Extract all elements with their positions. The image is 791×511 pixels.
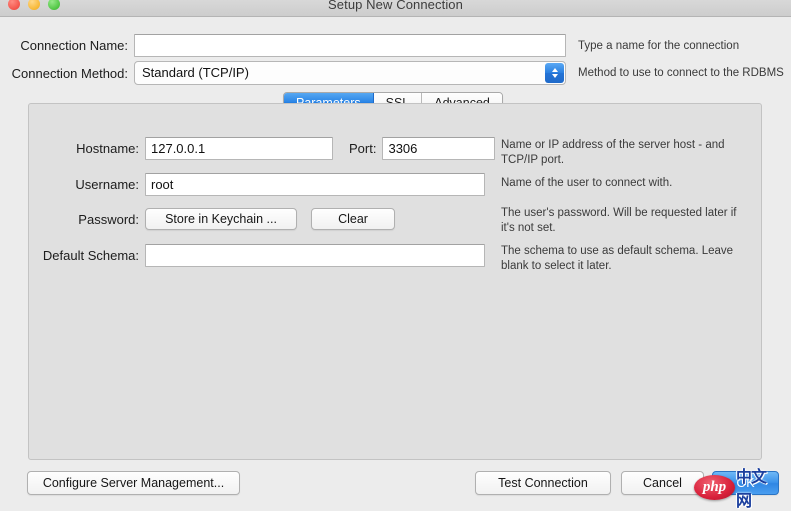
username-hint: Name of the user to connect with.	[501, 177, 673, 189]
port-label: Port:	[349, 141, 377, 156]
hostname-row: Hostname: Port:	[29, 137, 496, 160]
setup-new-connection-dialog: Setup New Connection Connection Name: Ty…	[0, 0, 791, 510]
default-schema-hint: The schema to use as default schema. Lea…	[501, 245, 734, 272]
hostname-hint: Name or IP address of the server host - …	[501, 139, 725, 166]
hostname-input[interactable]	[145, 137, 333, 160]
default-schema-label: Default Schema:	[42, 248, 139, 263]
default-schema-input[interactable]	[145, 244, 485, 267]
test-connection-button[interactable]: Test Connection	[475, 471, 611, 495]
connection-method-row: Connection Method: Standard (TCP/IP)	[0, 61, 566, 85]
username-row: Username:	[29, 173, 485, 196]
chevron-updown-icon[interactable]	[545, 63, 564, 83]
default-schema-row: Default Schema:	[29, 244, 485, 267]
chevron-down-icon	[551, 74, 558, 78]
username-label: Username:	[75, 177, 139, 192]
configure-server-management-button[interactable]: Configure Server Management...	[27, 471, 240, 495]
cancel-button[interactable]: Cancel	[621, 471, 704, 495]
connection-name-input[interactable]	[134, 34, 566, 57]
hostname-label: Hostname:	[76, 141, 139, 156]
connection-name-label: Connection Name:	[20, 38, 128, 53]
password-label: Password:	[78, 211, 139, 227]
store-in-keychain-button[interactable]: Store in Keychain ...	[145, 208, 297, 230]
parameters-panel: Hostname: Port: Username: Password: Stor…	[28, 103, 762, 460]
connection-method-select[interactable]: Standard (TCP/IP)	[134, 61, 566, 85]
username-input[interactable]	[145, 173, 485, 196]
password-hint: The user's password. Will be requested l…	[501, 207, 737, 234]
connection-name-hint: Type a name for the connection	[578, 40, 740, 52]
connection-method-hint: Method to use to connect to the RDBMS	[578, 67, 784, 79]
password-row: Password: Store in Keychain ... Clear	[29, 208, 395, 230]
ok-button[interactable]: OK	[712, 471, 779, 495]
window-title: Setup New Connection	[328, 0, 463, 12]
connection-method-value: Standard (TCP/IP)	[142, 65, 249, 80]
connection-method-label: Connection Method:	[11, 65, 128, 81]
connection-name-row: Connection Name:	[0, 34, 566, 57]
chevron-up-icon	[551, 68, 558, 72]
clear-password-button[interactable]: Clear	[311, 208, 395, 230]
port-input[interactable]	[382, 137, 496, 160]
window-titlebar: Setup New Connection	[0, 0, 791, 17]
